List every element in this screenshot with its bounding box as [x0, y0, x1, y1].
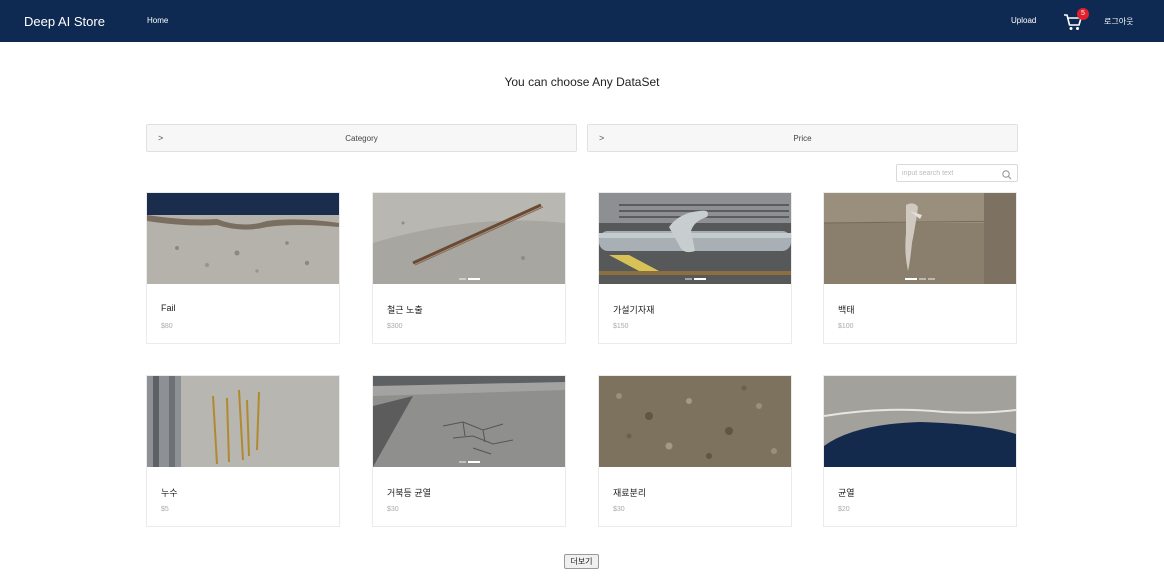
product-image-segregation[interactable]: [599, 376, 791, 467]
carousel-indicator[interactable]: [373, 461, 565, 463]
product-price: $30: [613, 506, 625, 513]
price-filter-label: Price: [793, 134, 812, 143]
product-card[interactable]: Fail $80: [146, 192, 340, 344]
load-more-button[interactable]: 더보기: [564, 554, 599, 569]
brand-logo[interactable]: Deep AI Store: [24, 14, 105, 29]
product-price: $80: [161, 323, 173, 330]
product-card[interactable]: 백태 $100: [823, 192, 1017, 344]
product-name: 백태: [838, 305, 855, 315]
product-image-efflorescence[interactable]: [824, 193, 1016, 284]
product-price: $30: [387, 506, 399, 513]
product-card[interactable]: 누수 $5: [146, 375, 340, 527]
category-filter-collapse[interactable]: > Category: [146, 124, 577, 152]
product-name: 누수: [161, 488, 178, 498]
search-input[interactable]: [902, 167, 998, 179]
carousel-indicator[interactable]: [599, 278, 791, 280]
product-name: 철근 노출: [387, 305, 423, 315]
carousel-indicator[interactable]: [824, 278, 1016, 280]
product-price: $150: [613, 323, 629, 330]
search-icon[interactable]: [1001, 168, 1013, 180]
product-image-rebar-exposure[interactable]: [373, 193, 565, 284]
product-card[interactable]: 재료분리 $30: [598, 375, 792, 527]
product-name: 거북등 균열: [387, 488, 431, 498]
product-name: 가설기자재: [613, 305, 655, 315]
product-card[interactable]: 철근 노출 $300: [372, 192, 566, 344]
product-price: $20: [838, 506, 850, 513]
product-card[interactable]: 균열 $20: [823, 375, 1017, 527]
page-title: You can choose Any DataSet: [504, 75, 660, 89]
nav-link-logout[interactable]: 로그아웃: [1104, 16, 1133, 27]
product-image-concrete-failure[interactable]: [147, 193, 339, 284]
product-name: 균열: [838, 488, 855, 498]
product-name: 재료분리: [613, 488, 647, 498]
product-card[interactable]: 가설기자재 $150: [598, 192, 792, 344]
search-box: [896, 164, 1018, 182]
product-image-crack[interactable]: [824, 376, 1016, 467]
product-price: $5: [161, 506, 169, 513]
product-card[interactable]: 거북등 균열 $30: [372, 375, 566, 527]
product-price: $100: [838, 323, 854, 330]
product-image-temporary-equipment[interactable]: [599, 193, 791, 284]
top-navbar: Deep AI Store Home Upload 5 로그아웃: [0, 0, 1164, 42]
product-image-water-leak[interactable]: [147, 376, 339, 467]
nav-link-home[interactable]: Home: [147, 16, 168, 25]
product-image-alligator-crack[interactable]: [373, 376, 565, 467]
product-name: Fail: [161, 303, 176, 313]
product-price: $300: [387, 323, 403, 330]
price-filter-collapse[interactable]: > Price: [587, 124, 1018, 152]
carousel-indicator[interactable]: [373, 278, 565, 280]
category-filter-label: Category: [345, 134, 378, 143]
cart-count-badge: 5: [1077, 8, 1089, 20]
nav-link-upload[interactable]: Upload: [1011, 16, 1036, 25]
